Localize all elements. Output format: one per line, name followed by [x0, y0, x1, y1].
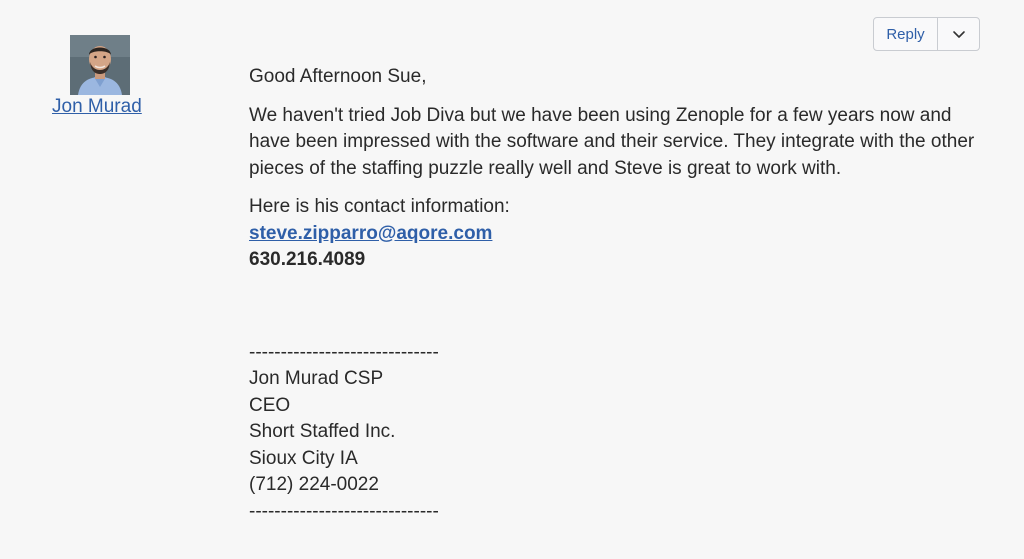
signature-divider-bottom: ------------------------------ — [249, 500, 439, 522]
contact-phone: 630.216.4089 — [249, 249, 366, 270]
signature-block: ------------------------------ Jon Murad… — [249, 340, 979, 526]
signature-name: Jon Murad CSP — [249, 368, 384, 389]
contact-email-link[interactable]: steve.zipparro@aqore.com — [249, 221, 979, 248]
user-avatar-photo-icon — [70, 35, 130, 95]
reply-button-group: Reply — [873, 17, 980, 51]
signature-company: Short Staffed Inc. — [249, 421, 396, 442]
signature-divider-top: ------------------------------ — [249, 341, 439, 363]
message-body: Good Afternoon Sue, We haven't tried Job… — [249, 64, 979, 525]
message-paragraph: We haven't tried Job Diva but we have be… — [249, 104, 975, 179]
message-greeting: Good Afternoon Sue, — [249, 66, 427, 87]
signature-location: Sioux City IA — [249, 447, 358, 469]
signature-phone: (712) 224-0022 — [249, 474, 379, 495]
chevron-down-icon — [952, 30, 965, 38]
signature-title: CEO — [249, 394, 291, 416]
contact-intro: Here is his contact information: — [249, 196, 510, 217]
reply-options-button[interactable] — [938, 18, 979, 50]
author-name-link[interactable]: Jon Murad — [52, 96, 142, 118]
forum-post: Jon Murad Reply Good Afternoon Sue, We h… — [0, 0, 1024, 559]
user-avatar[interactable] — [70, 35, 130, 95]
reply-button[interactable]: Reply — [874, 18, 938, 50]
